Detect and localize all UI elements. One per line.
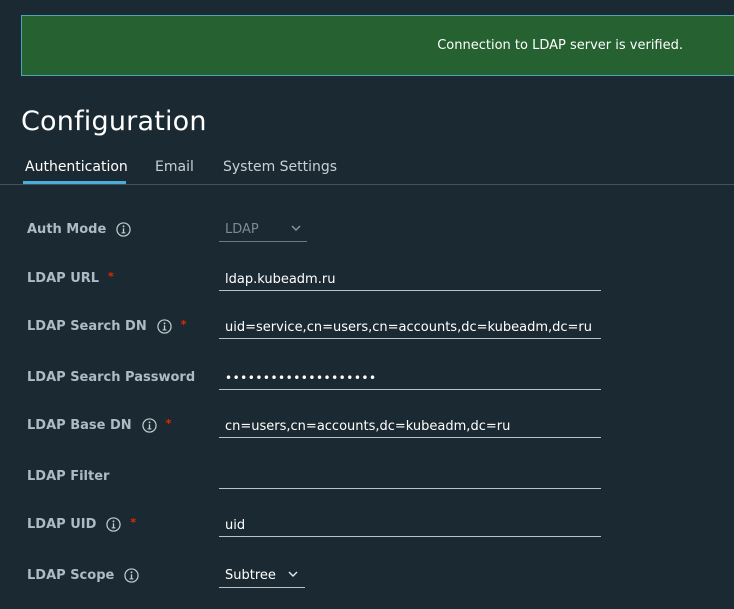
ldap-scope-row: LDAP Scope Subtree	[27, 562, 627, 588]
auth-mode-label: Auth Mode	[27, 222, 107, 237]
ldap-url-value: ldap.kubeadm.ru	[225, 272, 336, 287]
required-marker: *	[180, 318, 187, 331]
ldap-uid-label: LDAP UID	[27, 517, 97, 532]
ldap-uid-value: uid	[225, 518, 246, 533]
ldap-uid-row: LDAP UID * uid	[27, 511, 627, 537]
ldap-base-dn-row: LDAP Base DN * cn=users,cn=accounts,dc=k…	[27, 412, 627, 438]
page-title: Configuration	[21, 106, 207, 137]
auth-mode-row: Auth Mode LDAP	[27, 216, 627, 242]
chevron-down-icon	[288, 571, 298, 577]
banner-message: Connection to LDAP server is verified.	[437, 38, 683, 53]
auth-mode-value: LDAP	[225, 222, 259, 237]
ldap-search-password-row: LDAP Search Password •••••••••••••••••••…	[27, 364, 627, 390]
ldap-base-dn-label: LDAP Base DN	[27, 418, 132, 433]
info-circle-icon[interactable]	[116, 222, 131, 237]
auth-mode-select[interactable]: LDAP	[219, 216, 307, 242]
ldap-search-password-input[interactable]: ••••••••••••••••••••	[219, 364, 601, 390]
ldap-search-dn-value: uid=service,cn=users,cn=accounts,dc=kube…	[225, 320, 593, 335]
ldap-scope-select[interactable]: Subtree	[219, 562, 305, 588]
ldap-url-label: LDAP URL	[27, 271, 100, 286]
ldap-search-dn-input[interactable]: uid=service,cn=users,cn=accounts,dc=kube…	[219, 313, 601, 339]
tab-bar: Authentication Email System Settings	[0, 150, 734, 185]
ldap-search-password-value: ••••••••••••••••••••	[225, 371, 377, 385]
tab-email[interactable]: Email	[155, 159, 194, 183]
ldap-filter-row: LDAP Filter	[27, 463, 627, 489]
success-banner: Connection to LDAP server is verified.	[21, 15, 734, 76]
info-circle-icon[interactable]	[141, 418, 157, 433]
ldap-uid-input[interactable]: uid	[219, 511, 601, 537]
ldap-base-dn-input[interactable]: cn=users,cn=accounts,dc=kubeadm,dc=ru	[219, 412, 601, 438]
ldap-filter-input[interactable]	[219, 463, 601, 489]
tab-authentication[interactable]: Authentication	[25, 159, 128, 183]
info-circle-icon[interactable]	[157, 319, 172, 334]
ldap-scope-value: Subtree	[225, 568, 276, 583]
ldap-base-dn-value: cn=users,cn=accounts,dc=kubeadm,dc=ru	[225, 419, 511, 434]
tab-system-settings[interactable]: System Settings	[223, 159, 337, 183]
required-marker: *	[108, 270, 114, 283]
ldap-url-input[interactable]: ldap.kubeadm.ru	[219, 265, 601, 291]
required-marker: *	[130, 516, 137, 529]
info-circle-icon[interactable]	[124, 568, 139, 583]
info-circle-icon[interactable]	[106, 517, 122, 532]
required-marker: *	[165, 417, 172, 430]
ldap-url-row: LDAP URL * ldap.kubeadm.ru	[27, 265, 627, 291]
ldap-filter-label: LDAP Filter	[27, 469, 110, 484]
chevron-down-icon	[291, 225, 301, 231]
ldap-search-password-label: LDAP Search Password	[27, 370, 196, 385]
ldap-search-dn-row: LDAP Search DN * uid=service,cn=users,cn…	[27, 313, 627, 339]
active-tab-indicator	[23, 181, 126, 184]
ldap-scope-label: LDAP Scope	[27, 568, 115, 583]
ldap-search-dn-label: LDAP Search DN	[27, 319, 147, 334]
